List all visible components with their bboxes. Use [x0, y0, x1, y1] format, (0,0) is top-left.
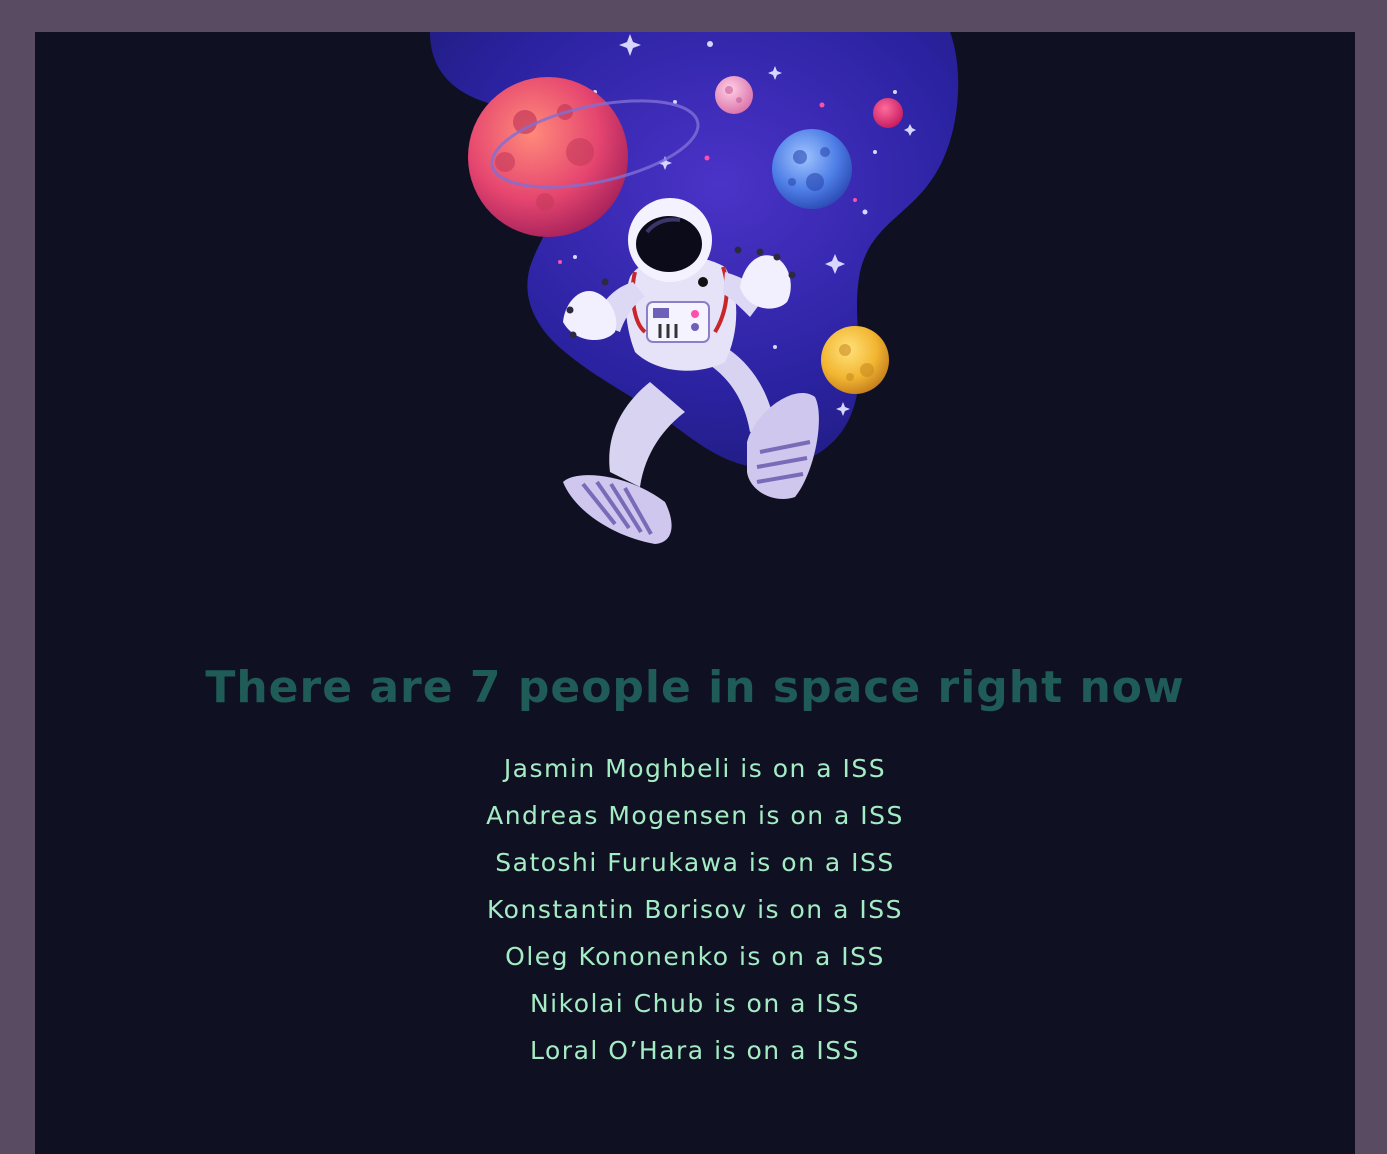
- small-pink-planet: [715, 76, 753, 114]
- main-panel: There are 7 people in space right now Ja…: [35, 32, 1355, 1154]
- small-red-planet: [873, 98, 903, 128]
- list-item: Jasmin Moghbeli is on a ISS: [503, 754, 887, 783]
- page-title: There are 7 people in space right now: [205, 662, 1185, 713]
- list-item: Nikolai Chub is on a ISS: [529, 989, 861, 1018]
- blue-planet: [772, 129, 852, 209]
- people-list: Jasmin Moghbeli is on a ISS Andreas Moge…: [35, 745, 1355, 1074]
- list-item: Andreas Mogensen is on a ISS: [486, 801, 904, 830]
- list-item: Satoshi Furukawa is on a ISS: [495, 848, 895, 877]
- list-item: Loral O’Hara is on a ISS: [530, 1036, 860, 1065]
- astronaut-in-space-illustration: [430, 32, 959, 544]
- list-item: Oleg Kononenko is on a ISS: [505, 942, 885, 971]
- yellow-planet: [821, 326, 889, 394]
- list-item: Konstantin Borisov is on a ISS: [487, 895, 903, 924]
